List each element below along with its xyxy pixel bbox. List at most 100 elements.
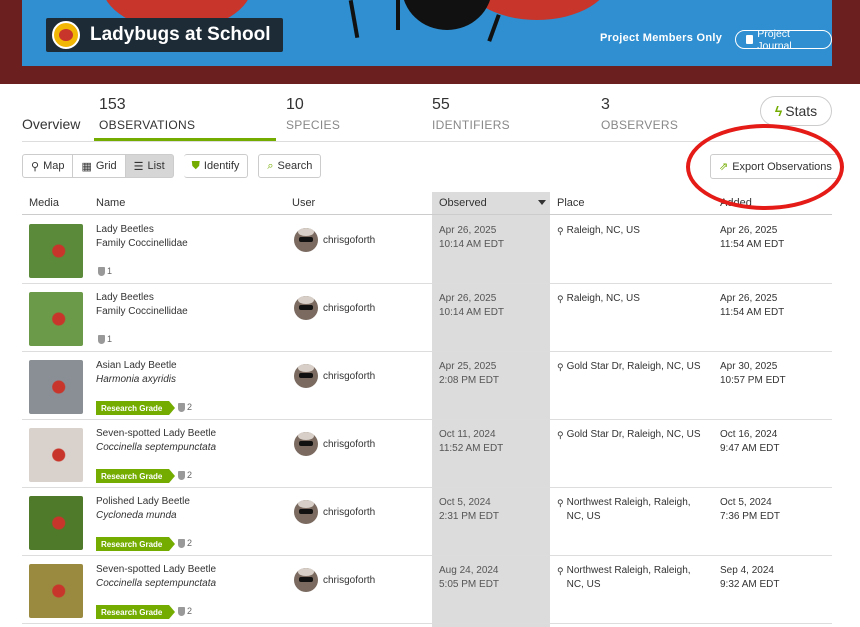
header-place[interactable]: Place [557, 197, 585, 209]
observed-date: Apr 26, 2025 10:14 AM EDT [439, 292, 504, 320]
observation-photo[interactable] [29, 292, 83, 346]
added-date: Sep 4, 2024 9:32 AM EDT [720, 564, 779, 592]
place-line-1: Gold Star Dr, Raleigh, NC, US [566, 361, 701, 372]
project-banner: Ladybugs at School Project Members Only … [0, 0, 860, 84]
location-pin-icon: ⚲ [557, 226, 564, 236]
username: chrisgoforth [323, 234, 376, 246]
observed-date-value: Aug 24, 2024 [439, 565, 499, 576]
identification-count: 2 [178, 402, 192, 412]
added-date: Apr 30, 2025 10:57 PM EDT [720, 360, 786, 388]
view-toolbar: ⚲ Map ▦ Grid ☰ List ⛊ Identify ⌕ Search [22, 154, 322, 180]
observed-date-value: Oct 11, 2024 [439, 429, 496, 440]
search-button[interactable]: ⌕ Search [258, 154, 322, 178]
observed-date: Apr 26, 2025 10:14 AM EDT [439, 224, 504, 252]
grid-view-button[interactable]: ▦ Grid [73, 154, 126, 178]
project-logo [52, 21, 80, 49]
avatar [294, 568, 318, 592]
list-view-button[interactable]: ☰ List [125, 154, 174, 178]
project-journal-button[interactable]: Project Journal [735, 28, 832, 52]
observer-user[interactable]: chrisgoforth [294, 568, 375, 592]
scientific-name[interactable]: Family Coccinellidae [96, 306, 188, 317]
avatar [294, 364, 318, 388]
project-stats-tabs: Overview 153 OBSERVATIONS 10 SPECIES 55 … [22, 90, 832, 142]
observers-count: 3 [601, 96, 610, 113]
scientific-name[interactable]: Cycloneda munda [96, 510, 177, 521]
username: chrisgoforth [323, 574, 376, 586]
avatar [294, 432, 318, 456]
common-name[interactable]: Polished Lady Beetle [96, 496, 190, 507]
id-count-value: 1 [107, 266, 113, 276]
header-observed[interactable]: Observed [439, 197, 487, 209]
added-date-value: Apr 30, 2025 [720, 361, 778, 372]
place-line-2: NC, US [566, 511, 601, 522]
place-line-1: Raleigh, NC, US [566, 225, 640, 236]
identify-button[interactable]: ⛊ Identify [183, 154, 249, 178]
observer-user[interactable]: chrisgoforth [294, 500, 375, 524]
place: ⚲ Gold Star Dr, Raleigh, NC, US [557, 428, 707, 442]
common-name[interactable]: Lady Beetles [96, 292, 154, 303]
scientific-name[interactable]: Coccinella septempunctata [96, 442, 216, 453]
table-row[interactable]: Seven-spotted Lady Beetle Coccinella sept… [22, 556, 832, 624]
observer-user[interactable]: chrisgoforth [294, 296, 375, 320]
observation-photo[interactable] [29, 224, 83, 278]
avatar [294, 296, 318, 320]
search-icon: ⌕ [267, 159, 274, 172]
scientific-name[interactable]: Coccinella septempunctata [96, 578, 216, 589]
stats-button[interactable]: ϟ Stats [760, 96, 832, 126]
place-line-1: Northwest Raleigh, Raleigh, [566, 565, 691, 576]
common-name[interactable]: Lady Beetles [96, 224, 154, 235]
table-row[interactable]: Lady Beetles Family Coccinellidae 1 chrisgo… [22, 216, 832, 284]
observer-user[interactable]: chrisgoforth [294, 228, 375, 252]
header-user[interactable]: User [292, 197, 315, 209]
table-row[interactable]: Asian Lady Beetle Harmonia axyridis Resear… [22, 352, 832, 420]
observation-photo[interactable] [29, 428, 83, 482]
members-only-label: Project Members Only [600, 32, 723, 44]
map-view-button[interactable]: ⚲ Map [22, 154, 74, 178]
sort-desc-icon[interactable] [538, 200, 546, 205]
added-date: Apr 26, 2025 11:54 AM EDT [720, 224, 784, 252]
grid-icon: ▦ [81, 160, 92, 173]
location-pin-icon: ⚲ [557, 294, 564, 304]
tab-overview[interactable]: Overview [22, 116, 80, 132]
id-shield-icon [98, 266, 105, 276]
research-grade-badge: Research Grade [96, 537, 176, 551]
ladybug-leg [487, 14, 501, 42]
scientific-name[interactable]: Harmonia axyridis [96, 374, 176, 385]
scientific-name[interactable]: Family Coccinellidae [96, 238, 188, 249]
ladybug-illustration [402, 0, 492, 30]
map-label: Map [43, 160, 65, 172]
place-line-1: Raleigh, NC, US [566, 293, 640, 304]
place: ⚲ Raleigh, NC, US [557, 224, 707, 238]
observation-photo[interactable] [29, 564, 83, 618]
table-row[interactable]: Polished Lady Beetle Cycloneda munda Resea… [22, 488, 832, 556]
common-name[interactable]: Seven-spotted Lady Beetle [96, 564, 216, 575]
shield-icon: ⛊ [191, 159, 200, 172]
observer-user[interactable]: chrisgoforth [294, 432, 375, 456]
added-time-value: 10:57 PM EDT [720, 375, 786, 386]
header-media: Media [29, 197, 59, 209]
table-row[interactable]: Lady Beetles Family Coccinellidae 1 chrisgo… [22, 284, 832, 352]
added-time-value: 9:32 AM EDT [720, 579, 780, 590]
added-date-value: Oct 16, 2024 [720, 429, 778, 440]
observation-photo[interactable] [29, 496, 83, 550]
identify-label: Identify [203, 160, 240, 172]
place: ⚲ Gold Star Dr, Raleigh, NC, US [557, 360, 707, 374]
id-count-value: 2 [187, 606, 193, 616]
common-name[interactable]: Asian Lady Beetle [96, 360, 177, 371]
header-name[interactable]: Name [96, 197, 125, 209]
id-count-value: 2 [187, 538, 193, 548]
location-pin-icon: ⚲ [557, 498, 564, 508]
added-time-value: 7:36 PM EDT [720, 511, 781, 522]
research-grade-badge: Research Grade [96, 469, 176, 483]
grid-label: Grid [95, 160, 117, 172]
id-shield-icon [98, 334, 105, 344]
list-icon: ☰ [133, 160, 144, 173]
observation-photo[interactable] [29, 360, 83, 414]
observer-user[interactable]: chrisgoforth [294, 364, 375, 388]
table-row[interactable]: Seven-spotted Lady Beetle Coccinella sept… [22, 420, 832, 488]
identification-count: 2 [178, 538, 192, 548]
common-name[interactable]: Seven-spotted Lady Beetle [96, 428, 216, 439]
species-label: SPECIES [286, 118, 341, 132]
observed-time-value: 5:05 PM EDT [439, 579, 500, 590]
added-date-value: Sep 4, 2024 [720, 565, 774, 576]
